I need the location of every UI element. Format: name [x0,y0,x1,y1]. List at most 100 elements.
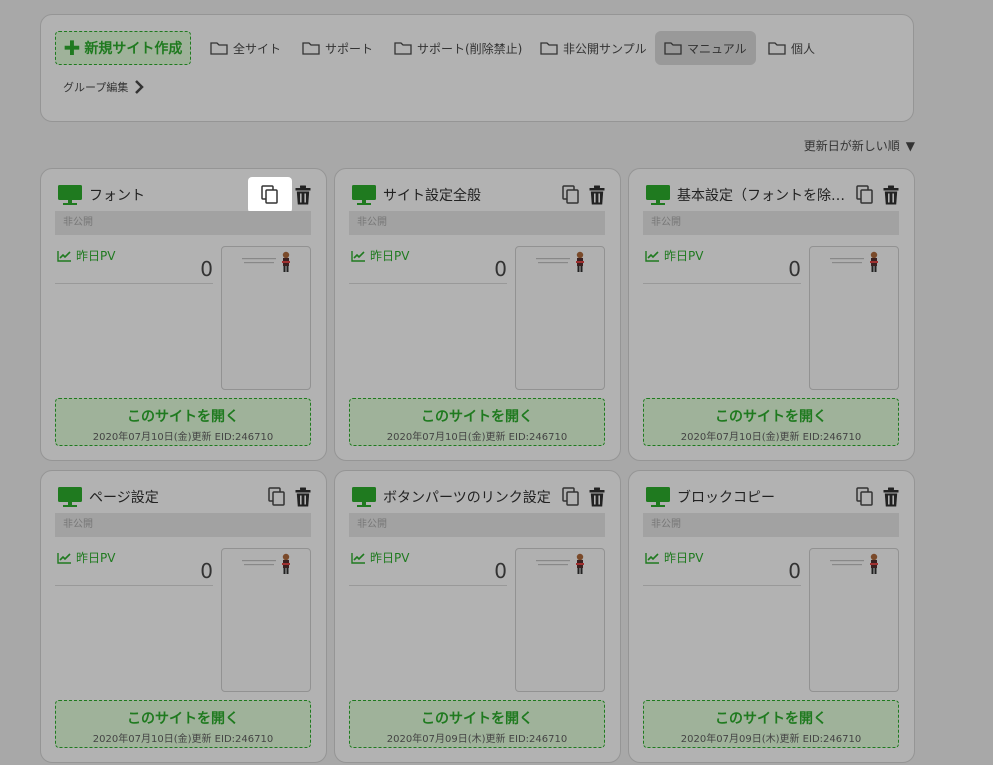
copy-button[interactable] [560,183,582,207]
card-title: ページ設定 [89,490,159,506]
divider [349,585,507,586]
trash-icon [883,487,899,507]
card-title: サイト設定全般 [383,188,481,204]
pv-value: 0 [200,559,213,583]
copy-icon [562,487,579,506]
open-site-button[interactable]: このサイトを開く 2020年07月09日(木)更新 EID:246710 [643,700,899,748]
sort-dropdown[interactable]: 更新日が新しい順 ▼ [804,137,915,154]
thumbnail-text-lines [536,258,570,264]
site-thumbnail[interactable] [809,548,899,692]
card-header: ボタンパーツのリンク設定 [351,485,608,509]
copy-button[interactable] [248,177,292,213]
trash-icon [295,185,311,205]
card-font: フォント 非公開 昨日PV 0 このサイトを開く 2020年07月10日(金)更… [40,168,327,461]
card-header: サイト設定全般 [351,183,608,207]
folder-support[interactable]: サポート [293,31,382,65]
site-thumbnail[interactable] [809,246,899,390]
open-site-button[interactable]: このサイトを開く 2020年07月10日(金)更新 EID:246710 [55,700,311,748]
updated-meta: 2020年07月09日(木)更新 EID:246710 [386,734,568,745]
open-site-label: このサイトを開く [421,409,533,425]
open-site-button[interactable]: このサイトを開く 2020年07月10日(金)更新 EID:246710 [349,398,605,446]
card-block-copy: ブロックコピー 非公開 昨日PV 0 このサイトを開く 2020年07月09日(… [628,470,915,763]
monitor-icon [646,185,670,205]
updated-meta: 2020年07月10日(金)更新 EID:246710 [680,432,862,443]
copy-icon [268,487,285,506]
folder-label: 個人 [791,41,816,56]
folder-all-sites[interactable]: 全サイト [201,31,290,65]
folder-label: 全サイト [233,41,282,56]
folder-support-no-delete[interactable]: サポート(削除禁止) [385,31,531,65]
updated-meta: 2020年07月09日(木)更新 EID:246710 [680,734,862,745]
copy-button[interactable] [854,183,876,207]
copy-icon [562,185,579,204]
pv-value: 0 [494,257,507,281]
divider [55,585,213,586]
folder-manual[interactable]: マニュアル [655,31,756,65]
status-badge: 非公開 [55,513,311,537]
card-basic-settings: 基本設定（フォントを除… 非公開 昨日PV 0 このサイトを開く 2020年07… [628,168,915,461]
open-site-button[interactable]: このサイトを開く 2020年07月10日(金)更新 EID:246710 [55,398,311,446]
folder-icon [768,42,786,55]
folder-toolbar: ✚ 新規サイト作成 全サイト サポート サポート(削除禁止) 非公開サンプル マ… [40,14,914,122]
folder-icon [394,42,412,55]
folder-label: サポート(削除禁止) [417,41,523,56]
thumbnail-figure [870,553,878,574]
copy-button[interactable] [854,485,876,509]
folder-icon [210,42,228,55]
pv-value: 0 [788,559,801,583]
copy-button[interactable] [560,485,582,509]
site-thumbnail[interactable] [515,246,605,390]
open-site-label: このサイトを開く [715,409,827,425]
thumbnail-text-lines [242,560,276,566]
delete-button[interactable] [880,485,902,509]
thumbnail-text-lines [830,258,864,264]
site-thumbnail[interactable] [221,548,311,692]
thumbnail-figure [576,553,584,574]
group-edit-label: グループ編集 [63,81,129,94]
new-site-button[interactable]: ✚ 新規サイト作成 [55,31,191,65]
open-site-button[interactable]: このサイトを開く 2020年07月09日(木)更新 EID:246710 [349,700,605,748]
monitor-icon [352,185,376,205]
delete-button[interactable] [586,485,608,509]
trash-icon [295,487,311,507]
delete-button[interactable] [292,485,314,509]
pv-value: 0 [788,257,801,281]
folder-private-sample[interactable]: 非公開サンプル [531,31,656,65]
thumbnail-figure [282,553,290,574]
folder-icon [664,42,682,55]
thumbnail-figure [870,251,878,272]
open-site-label: このサイトを開く [715,711,827,727]
folder-icon [540,42,558,55]
copy-button[interactable] [266,485,288,509]
thumbnail-figure [576,251,584,272]
updated-meta: 2020年07月10日(金)更新 EID:246710 [386,432,568,443]
site-thumbnail[interactable] [515,548,605,692]
caret-down-icon: ▼ [905,138,915,153]
card-header: ページ設定 [57,485,314,509]
sort-label: 更新日が新しい順 [803,139,900,153]
card-button-link-settings: ボタンパーツのリンク設定 非公開 昨日PV 0 このサイトを開く 2020年07… [334,470,621,763]
card-header: 基本設定（フォントを除… [645,183,902,207]
divider [643,585,801,586]
delete-button[interactable] [586,183,608,207]
site-thumbnail[interactable] [221,246,311,390]
copy-icon [261,185,278,204]
card-header: ブロックコピー [645,485,902,509]
monitor-icon [352,487,376,507]
group-edit-link[interactable]: グループ編集 [63,79,145,95]
status-badge: 非公開 [349,513,605,537]
thumbnail-figure [282,251,290,272]
delete-button[interactable] [292,183,314,207]
card-page-settings: ページ設定 非公開 昨日PV 0 このサイトを開く 2020年07月10日(金)… [40,470,327,763]
open-site-button[interactable]: このサイトを開く 2020年07月10日(金)更新 EID:246710 [643,398,899,446]
folder-icon [302,42,320,55]
monitor-icon [58,487,82,507]
folder-personal[interactable]: 個人 [759,31,824,65]
monitor-icon [58,185,82,205]
delete-button[interactable] [880,183,902,207]
card-site-settings: サイト設定全般 非公開 昨日PV 0 このサイトを開く 2020年07月10日(… [334,168,621,461]
new-site-label: 新規サイト作成 [84,41,183,57]
thumbnail-text-lines [242,258,276,264]
divider [643,283,801,284]
trash-icon [883,185,899,205]
